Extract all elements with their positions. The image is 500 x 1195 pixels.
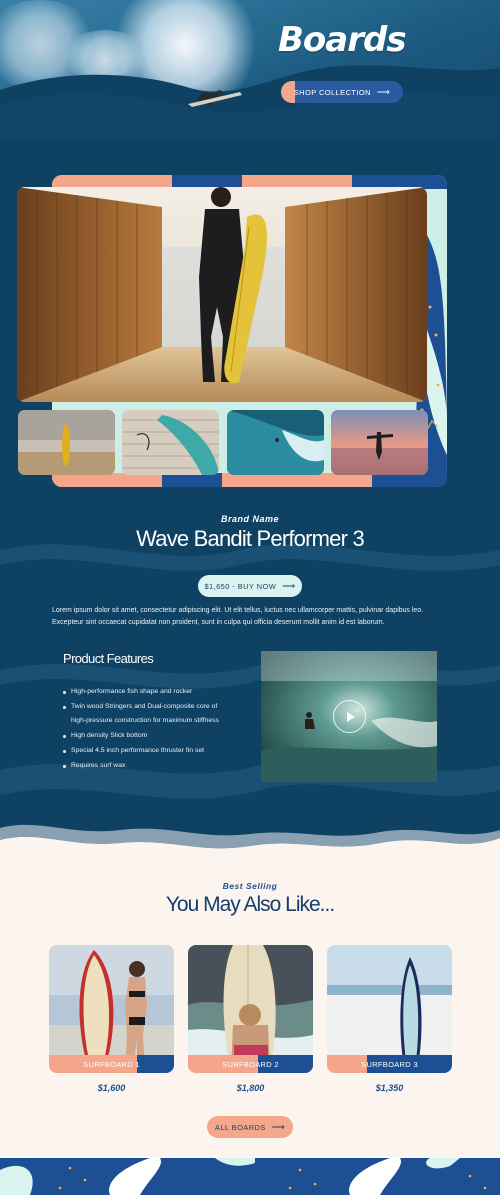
product-card-1[interactable]: SURFBOARD 1 [49,945,174,1073]
feature-item: Requires surf wax [63,759,233,774]
hero-wave-shape [0,65,500,140]
product-card-3[interactable]: SURFBOARD 3 [327,945,452,1073]
shop-collection-button[interactable]: SHOP COLLECTION ⟶ [281,81,403,103]
product-price: $1,800 [236,1083,265,1093]
buy-now-label: $1,650 - BUY NOW [204,581,277,591]
feature-item: Special 4.5 inch performance thruster fi… [63,744,233,759]
feature-item: High density Slick bottom [63,729,233,744]
card-label: SURFBOARD 1 [49,1055,174,1073]
all-boards-label: ALL BOARDS [214,1122,266,1132]
feature-item: High-performance fish shape and rocker [63,685,233,700]
section-title: You May Also Like... [165,893,335,916]
all-boards-button[interactable]: ALL BOARDS ⟶ [207,1116,293,1138]
page-title: Boards [278,20,407,60]
thumbnail-1[interactable] [18,410,115,475]
arrow-right-icon: ⟶ [282,580,296,591]
product-name: SURFBOARD 1 [83,1059,140,1069]
main-product-photo[interactable] [17,187,427,402]
product-title: Wave Bandit Performer 3 [136,526,365,551]
features-heading: Product Features [63,651,154,666]
play-icon [346,711,355,722]
product-video[interactable] [261,651,437,782]
product-card-2[interactable]: SURFBOARD 2 [188,945,313,1073]
product-price: $1,350 [375,1083,404,1093]
feature-item: Twin wood Stringers and Dual-composite c… [63,700,233,729]
best-selling-label: Best Selling [222,881,278,891]
footer-decor [0,1158,500,1195]
product-name: SURFBOARD 3 [361,1059,418,1069]
card-label: SURFBOARD 2 [188,1055,313,1073]
play-button[interactable] [333,700,366,733]
product-description: Lorem ipsum dolor sit amet, consectetur … [52,607,424,626]
product-price: $1,600 [97,1083,126,1093]
product-name: SURFBOARD 2 [222,1059,279,1069]
feature-list: High-performance fish shape and rocker T… [63,685,233,773]
hero-banner: Boards [0,0,500,140]
arrow-right-icon: ⟶ [376,86,391,97]
shop-collection-label: SHOP COLLECTION [293,87,371,97]
brand-name: Brand Name [220,514,279,524]
thumbnail-4[interactable] [331,410,428,475]
thumbnail-2[interactable] [122,410,219,475]
thumbnail-3[interactable] [227,410,324,475]
card-label: SURFBOARD 3 [327,1055,452,1073]
arrow-right-icon: ⟶ [271,1121,286,1132]
buy-now-button[interactable]: $1,650 - BUY NOW ⟶ [198,575,302,597]
